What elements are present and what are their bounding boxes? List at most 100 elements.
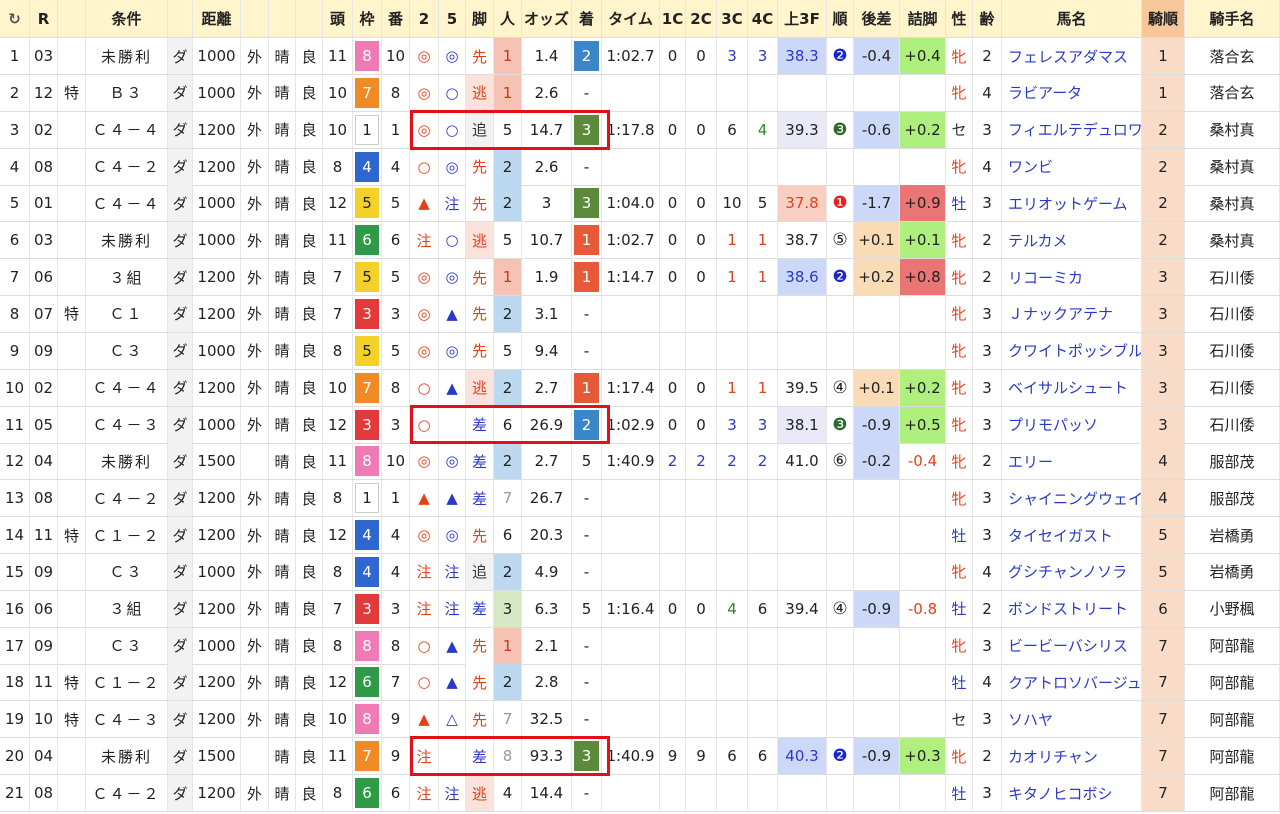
horse-name-link[interactable]: グシチャンノソラ xyxy=(1002,553,1142,590)
refresh-icon[interactable]: ↻ xyxy=(0,0,30,37)
cell-dist: 1000 xyxy=(193,553,241,590)
table-row[interactable]: 12 04 未勝利ダ 1500 晴良 11 8 10 ◎ ◎ 差 2 2.7 5 1:40.9 2 2 2 2 41.… xyxy=(0,443,1280,481)
cell-no: 3 xyxy=(0,111,30,148)
horse-name-link[interactable]: ソハヤ xyxy=(1002,701,1142,738)
cell-ord: ④ xyxy=(827,590,854,627)
cell-l3f xyxy=(778,627,827,664)
cell-diff: -0.2 xyxy=(854,443,900,480)
cell-time xyxy=(602,701,660,738)
cell-waku: 1 xyxy=(353,480,382,517)
table-row[interactable]: 15 09 Ｃ３ ダ 1000 外晴良 8 4 4 注注追 2 4.9- 牝 4 グシチャンノソラ 5 岩橋勇 xyxy=(0,553,1280,591)
table-row[interactable]: 10 02 Ｃ４－４ ダ 1200 外晴良 10 7 8 ○ ▲ 逃 2 2.7 1 1:17.4 0 0 1 1 39… xyxy=(0,369,1280,407)
horse-name-link[interactable]: クアトロソバージュ xyxy=(1002,664,1142,701)
cell-surf: ダ xyxy=(168,148,193,185)
table-row[interactable]: 14 11 特 Ｃ１－２ ダ 1200 外晴良 12 4 4 ◎ ◎ 先 6 20.3- 牡 3 タイセイガスト 5… xyxy=(0,517,1280,555)
cell-leg: 逃 xyxy=(466,369,494,406)
cell-time: 1:16.4 xyxy=(602,590,660,627)
cell-jockey: 落合玄 xyxy=(1185,74,1280,111)
cell-ord: ❷ xyxy=(827,738,854,775)
cell-cond: Ｃ４－４ xyxy=(86,369,168,406)
cell-odds: 26.9 xyxy=(522,406,572,443)
horse-name-link[interactable]: ベイサルシュート xyxy=(1002,369,1142,406)
cell-no: 6 xyxy=(0,222,30,259)
cell-ord xyxy=(827,664,854,701)
table-row[interactable]: 7 06 ３組ダ 1200 外晴良 7 5 5 ◎ ◎ 先 1 1.9 1 1:14.7 0 0 1 1 38.6 ❷ +… xyxy=(0,259,1280,297)
horse-name-link[interactable]: ラビアータ xyxy=(1002,74,1142,111)
table-row[interactable]: 16 06 ３組ダ 1200 外晴良 7 3 3 注注差 3 6.3 5 1:16.4 0 0 4 6 39.4 ④… xyxy=(0,590,1280,628)
cell-close: +0.2 xyxy=(900,369,946,406)
table-row[interactable]: 18 11 特 Ｃ１－２ ダ 1200 外晴良 12 6 7 ○ ▲ 先 2 2.8- 牡 4 クアトロソバージュ… xyxy=(0,664,1280,702)
cell-odds: 93.3 xyxy=(522,738,572,775)
horse-name-link[interactable]: Ｊナックアテナ xyxy=(1002,295,1142,332)
waku-badge: 8 xyxy=(355,446,379,477)
cell-close xyxy=(900,627,946,664)
horse-name-link[interactable]: シャイニングウェイ xyxy=(1002,480,1142,517)
cell-heads: 12 xyxy=(323,406,353,443)
cell-io xyxy=(241,738,269,775)
table-row[interactable]: 13 08 Ｃ４－２ ダ 1200 外晴良 8 1 1 ▲ ▲ 差 7 26.7- 牝 3 シャイニングウェイ 4… xyxy=(0,480,1280,518)
horse-name-link[interactable]: タイセイガスト xyxy=(1002,517,1142,554)
horse-name-link[interactable]: クワイトポッシブル xyxy=(1002,332,1142,369)
header-m2: 2 xyxy=(410,0,439,37)
cell-age: 2 xyxy=(973,38,1002,74)
cell-c2 xyxy=(686,664,717,701)
cell-ord xyxy=(827,148,854,185)
horse-name-link[interactable]: ワンビ xyxy=(1002,148,1142,185)
cell-cond: 未勝利 xyxy=(86,38,168,74)
cell-jo: 3 xyxy=(1142,406,1185,443)
horse-name-link[interactable]: ビービーバシリス xyxy=(1002,627,1142,664)
table-row[interactable]: 19 10 特 Ｃ４－３ ダ 1200 外晴良 10 8 9 ▲ △ 先 7 32.5- セ 3 ソハヤ 7 阿部龍 xyxy=(0,701,1280,739)
cell-heads: 12 xyxy=(323,664,353,701)
table-row[interactable]: 3 02 Ｃ４－４ ダ 1200 外晴良 10 1 1 ◎ ○ 追 5 14.7 3 1:17.8 0 0 6 4 39… xyxy=(0,111,1280,149)
horse-name-link[interactable]: プリモパッソ xyxy=(1002,406,1142,443)
horse-name-link[interactable]: カオリチャン xyxy=(1002,738,1142,775)
cell-io: 外 xyxy=(241,775,269,811)
cell-surf: ダ xyxy=(168,259,193,296)
table-row[interactable]: 17 09 Ｃ３ ダ 1000 外晴良 8 8 8 ○ ▲ 先 1 2.1- 牝 3 ビービーバシリス 7 阿部龍 xyxy=(0,627,1280,665)
table-row[interactable]: 21 08 Ｃ４－２ ダ 1200 外晴良 8 6 6 注注逃 4 14.4- 牡 3 キタノヒコボシ 7 阿部… xyxy=(0,775,1280,812)
cell-sex: 牝 xyxy=(946,738,973,775)
header-pop: 人 xyxy=(494,0,522,37)
cell-c3: 6 xyxy=(717,738,748,775)
cell-diff: +0.1 xyxy=(854,222,900,259)
cell-grd: 良 xyxy=(296,443,323,480)
cell-m5: ▲ xyxy=(439,664,466,701)
cell-m5: ▲ xyxy=(439,369,466,406)
cell-c4: 6 xyxy=(748,590,778,627)
cell-sp: 特 xyxy=(58,295,86,332)
table-row[interactable]: 9 09 Ｃ３ ダ 1000 外晴良 8 5 5 ◎ ◎ 先 5 9.4- 牝 3 クワイトポッシブル 3 石川倭 xyxy=(0,332,1280,370)
waku-badge: 7 xyxy=(355,77,379,108)
cell-waku: 5 xyxy=(353,332,382,369)
horse-name-link[interactable]: ボンドストリート xyxy=(1002,590,1142,627)
cell-c2: 2 xyxy=(686,443,717,480)
table-row[interactable]: 4 08 Ｃ４－２ ダ 1200 外晴良 8 4 4 ○ ◎ 先 2 2.6- 牝 4 ワンビ 2 桑村真 xyxy=(0,148,1280,186)
cell-heads: 8 xyxy=(323,148,353,185)
horse-name-link[interactable]: リコーミカ xyxy=(1002,259,1142,296)
horse-name-link[interactable]: キタノヒコボシ xyxy=(1002,775,1142,811)
cell-dist: 1200 xyxy=(193,148,241,185)
table-row[interactable]: 6 03 未勝利ダ 1000 外晴良 11 6 6 注 ○ 逃 5 10.7 1 1:02.7 0 0 1 1 38.… xyxy=(0,222,1280,260)
horse-name-link[interactable]: エリー xyxy=(1002,443,1142,480)
table-row[interactable]: 2 12 特 Ｂ３ ダ 1000 外晴良 10 7 8 ◎ ○ 逃 1 2.6- 牝 4 ラビアータ 1 落合玄 xyxy=(0,74,1280,112)
cell-m2: 注 xyxy=(410,222,439,259)
cell-io: 外 xyxy=(241,553,269,590)
cell-r: 10 xyxy=(30,701,58,738)
cell-sp: 特 xyxy=(58,74,86,111)
cell-waku: 3 xyxy=(353,590,382,627)
cell-c4: 4 xyxy=(748,111,778,148)
horse-name-link[interactable]: フェレスアダマス xyxy=(1002,38,1142,74)
table-row[interactable]: 5 01 Ｃ４－４ ダ 1000 外晴良 12 5 5 ▲ 注先 2 3 3 1:04.0 0 0 10 5 37.8… xyxy=(0,185,1280,223)
cell-dist: 1000 xyxy=(193,406,241,443)
table-row[interactable]: 20 04 未勝利ダ 1500 晴良 11 7 9 注差 8 93.3 3 1:40.9 9 9 6 6 40.3… xyxy=(0,738,1280,776)
horse-name-link[interactable]: テルカメ xyxy=(1002,222,1142,259)
cell-io xyxy=(241,443,269,480)
horse-name-link[interactable]: フィエルテデュロワ xyxy=(1002,111,1142,148)
table-row[interactable]: 1 03 未勝利ダ 1000 外晴良 11 8 10 ◎ ◎ 先 1 1.4 2 1:02.7 0 0 3 3 38.… xyxy=(0,38,1280,75)
table-row[interactable]: 8 07 特 Ｃ１ ダ 1200 外晴良 7 3 3 ◎ ▲ 先 2 3.1- 牝 3 Ｊナックアテナ 3 石川倭 xyxy=(0,295,1280,333)
cell-grd: 良 xyxy=(296,738,323,775)
cell-c1 xyxy=(660,332,686,369)
table-row[interactable]: 11 05 Ｃ４－３ ダ 1000 外晴良 12 3 3 ○ 差 6 26.9 2 1:02.9 0 0 3 3 38… xyxy=(0,406,1280,444)
cell-odds: 1.9 xyxy=(522,259,572,296)
horse-name-link[interactable]: エリオットゲーム xyxy=(1002,185,1142,222)
cell-c1: 9 xyxy=(660,738,686,775)
